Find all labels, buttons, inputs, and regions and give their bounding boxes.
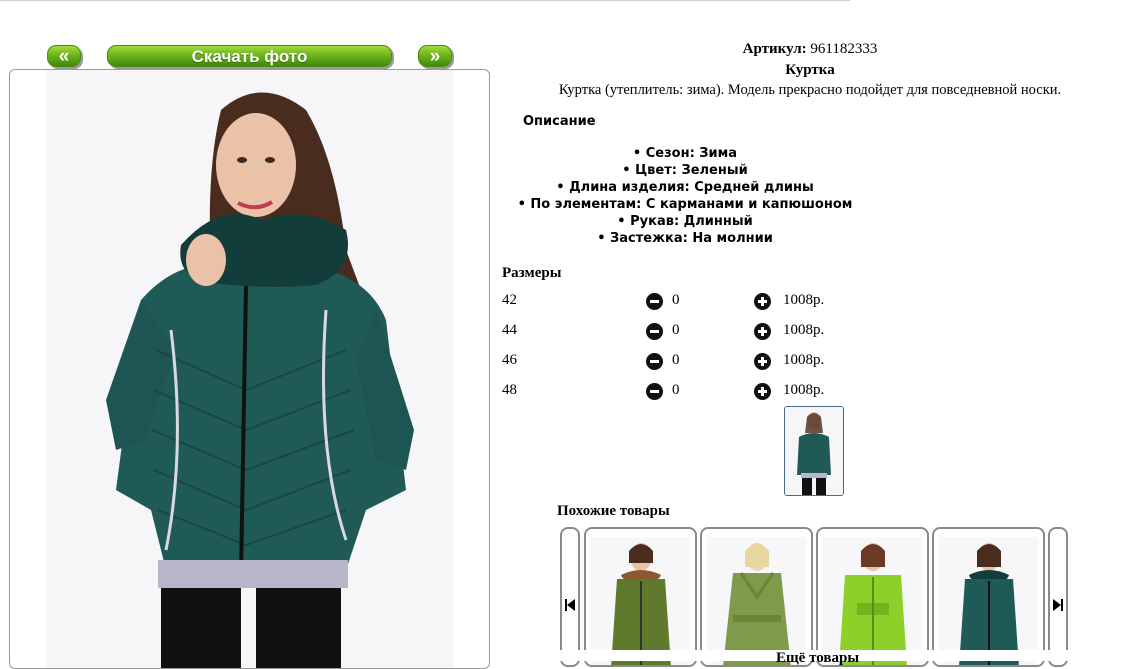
similar-item-image — [707, 537, 806, 665]
price-value: 1008р. — [783, 352, 825, 368]
more-items-heading: Ещё товары — [776, 650, 860, 666]
minus-icon[interactable] — [646, 353, 663, 370]
attribute-sleeve: • Рукав: Длинный — [617, 214, 753, 229]
size-row: 42 0 1008р. — [502, 292, 842, 312]
similar-item-image — [591, 537, 690, 665]
main-product-photo[interactable] — [46, 70, 454, 668]
minus-icon[interactable] — [646, 293, 663, 310]
attribute-color: • Цвет: Зеленый — [622, 163, 748, 178]
similar-item-3[interactable] — [816, 527, 929, 667]
size-label: 42 — [502, 292, 517, 308]
price-value: 1008р. — [783, 292, 825, 308]
article-value: 961182333 — [810, 41, 878, 57]
minus-icon[interactable] — [646, 383, 663, 400]
size-row: 46 0 1008р. — [502, 352, 842, 372]
similar-next-button[interactable] — [1048, 527, 1068, 667]
minus-icon[interactable] — [646, 323, 663, 340]
price-value: 1008р. — [783, 322, 825, 338]
quantity-value: 0 — [672, 322, 680, 338]
main-photo-frame — [9, 69, 490, 669]
next-photo-button[interactable]: » — [418, 45, 452, 67]
skip-back-icon — [565, 599, 575, 611]
price-value: 1008р. — [783, 382, 825, 398]
similar-item-2[interactable] — [700, 527, 813, 667]
quantity-value: 0 — [672, 292, 680, 308]
similar-heading: Похожие товары — [557, 503, 670, 519]
quantity-value: 0 — [672, 352, 680, 368]
size-label: 48 — [502, 382, 517, 398]
product-title: Куртка — [785, 62, 835, 78]
plus-icon[interactable] — [754, 293, 771, 310]
similar-item-4[interactable] — [932, 527, 1045, 667]
attribute-season: • Сезон: Зима — [632, 146, 738, 161]
photo-thumbnail[interactable] — [784, 406, 844, 496]
attributes-list: • Сезон: Зима • Цвет: Зеленый • Длина из… — [485, 145, 885, 247]
plus-icon[interactable] — [754, 383, 771, 400]
top-divider — [0, 0, 850, 1]
download-photo-button[interactable]: Скачать фото — [107, 45, 392, 67]
plus-icon[interactable] — [754, 323, 771, 340]
attribute-fastener: • Застежка: На молнии — [597, 231, 773, 246]
size-label: 46 — [502, 352, 517, 368]
article-label: Артикул: — [742, 41, 807, 57]
size-row: 44 0 1008р. — [502, 322, 842, 342]
skip-forward-icon — [1053, 599, 1063, 611]
quantity-value: 0 — [672, 382, 680, 398]
size-label: 44 — [502, 322, 517, 338]
similar-item-image — [823, 537, 922, 665]
similar-item-image — [939, 537, 1038, 665]
attribute-elements: • По элементам: С карманами и капюшоном — [517, 197, 853, 212]
similar-item-1[interactable] — [584, 527, 697, 667]
description-heading: Описание — [523, 114, 596, 129]
plus-icon[interactable] — [754, 353, 771, 370]
sizes-heading: Размеры — [502, 265, 562, 281]
prev-photo-button[interactable]: « — [47, 45, 81, 67]
size-row: 48 0 1008р. — [502, 382, 842, 402]
similar-prev-button[interactable] — [560, 527, 580, 667]
attribute-length: • Длина изделия: Средней длины — [556, 180, 814, 195]
product-description: Куртка (утеплитель: зима). Модель прекра… — [558, 82, 1062, 98]
article-line: Артикул: 961182333 — [500, 41, 1120, 58]
